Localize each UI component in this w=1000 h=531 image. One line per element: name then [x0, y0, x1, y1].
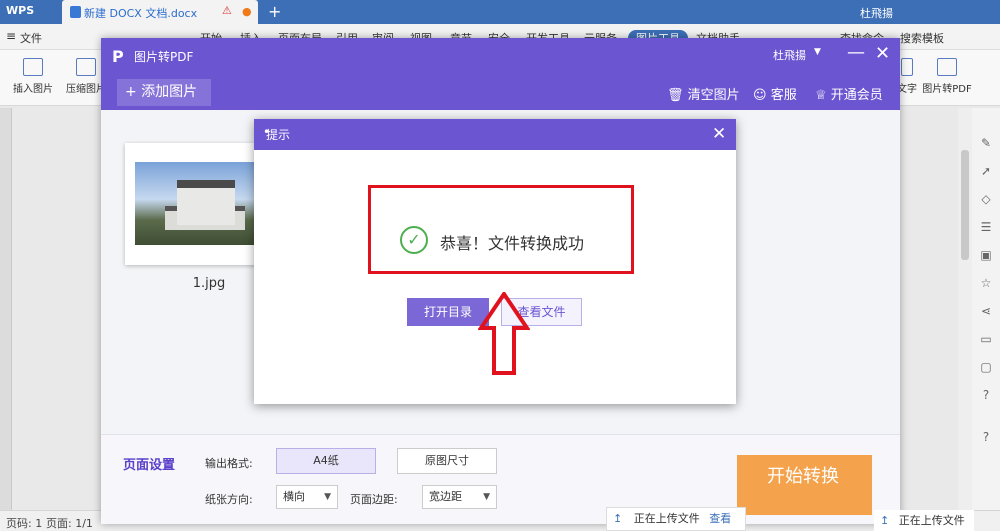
- dialog-close-icon[interactable]: ✕: [712, 124, 726, 144]
- wps-tab-bar: WPS 新建 DOCX 文档.docx ⚠ ● + 杜飛揚: [0, 0, 1000, 24]
- unsaved-dot-icon: ●: [242, 5, 252, 18]
- left-ruler: [0, 108, 12, 510]
- app-title: 图片转PDF: [134, 50, 194, 64]
- dialog-header: • 提示 ✕: [254, 119, 736, 150]
- image-file-name: 1.jpg: [192, 276, 226, 291]
- warning-icon: ⚠: [222, 4, 232, 17]
- search-template[interactable]: 搜索模板: [900, 30, 944, 46]
- question-icon[interactable]: ?: [979, 430, 993, 444]
- support-label: 客服: [770, 88, 797, 103]
- status-page-code: 页码: 1: [6, 517, 43, 530]
- upload-notice-status: ↥ 正在上传文件: [874, 510, 974, 531]
- check-circle-icon: ✓: [400, 226, 428, 254]
- star-icon[interactable]: ☆: [979, 276, 993, 290]
- compress-icon: [76, 58, 96, 76]
- upload-text: 正在上传文件: [633, 512, 700, 525]
- upload-arrow-icon: ↥: [880, 514, 890, 527]
- image-icon: [23, 58, 43, 76]
- success-message: 恭喜！文件转换成功: [440, 234, 585, 253]
- output-format-label: 输出格式:: [205, 457, 253, 470]
- clear-images-button[interactable]: 🗑 清空图片: [667, 84, 740, 103]
- orientation-value: 横向: [283, 490, 305, 503]
- image-icon[interactable]: ▣: [979, 248, 993, 262]
- document-tab-title: 新建 DOCX 文档.docx: [84, 7, 198, 20]
- up-arrow-annotation: [478, 292, 530, 375]
- right-toolbar: ✎ ➚ ◇ ☰ ▣ ☆ ⋖ ▭ ▢ ? ?: [972, 108, 1000, 510]
- help-icon[interactable]: ?: [979, 388, 993, 402]
- user-name[interactable]: 杜飛揚: [860, 5, 893, 21]
- start-convert-button[interactable]: 开始转换: [737, 455, 872, 515]
- compress-image-label: 压缩图片: [66, 84, 106, 95]
- chat-icon: ☺: [753, 88, 771, 103]
- castle-tower: [177, 180, 235, 225]
- to-text-label: 文字: [897, 84, 917, 95]
- comment-icon[interactable]: ▢: [979, 360, 993, 374]
- new-tab-icon[interactable]: +: [268, 2, 281, 21]
- upload-view-link[interactable]: 查看: [709, 512, 731, 525]
- hamburger-icon[interactable]: ≡: [6, 29, 16, 43]
- settings-icon[interactable]: ☰: [979, 220, 993, 234]
- format-a4-button[interactable]: A4纸: [276, 448, 376, 474]
- share-icon[interactable]: ⋖: [979, 304, 993, 318]
- trash-icon: 🗑: [667, 88, 688, 103]
- insert-image-label: 插入图片: [13, 84, 53, 95]
- margin-label: 页面边距:: [350, 493, 398, 506]
- castle-photo: [135, 162, 254, 245]
- add-image-label: 添加图片: [141, 84, 198, 100]
- close-icon[interactable]: ✕: [875, 43, 890, 64]
- plus-icon: +: [125, 84, 142, 100]
- page-settings-panel: 页面设置 输出格式: A4纸 原图尺寸 纸张方向: 横向 ▼ 页面边距: 宽边距 ▼…: [101, 434, 900, 524]
- insert-image-button[interactable]: 插入图片: [8, 58, 58, 95]
- pdf-icon: [937, 58, 957, 76]
- upload-arrow-icon: ↥: [613, 512, 623, 525]
- add-image-button[interactable]: + 添加图片: [117, 79, 211, 106]
- dialog-title: 提示: [266, 128, 291, 142]
- chevron-down-icon: ▼: [483, 492, 490, 502]
- app-user-name[interactable]: 杜飛揚: [773, 47, 806, 63]
- scroll-thumb[interactable]: [961, 150, 969, 260]
- upload-text-status: 正在上传文件: [898, 514, 965, 527]
- orientation-label: 纸张方向:: [205, 493, 253, 506]
- document-tab[interactable]: 新建 DOCX 文档.docx ⚠ ●: [62, 0, 258, 24]
- orientation-select[interactable]: 横向 ▼: [276, 485, 338, 509]
- page-settings-title: 页面设置: [123, 458, 176, 473]
- app-header: P 图片转PDF 杜飛揚 ▼ — ✕ + 添加图片 🗑 清空图片 ☺ 客服 ♕ …: [101, 38, 900, 110]
- wps-logo[interactable]: WPS: [6, 4, 34, 17]
- menu-file[interactable]: 文件: [20, 30, 42, 46]
- margin-select[interactable]: 宽边距 ▼: [422, 485, 497, 509]
- vertical-scrollbar[interactable]: [958, 108, 972, 510]
- vip-button[interactable]: ♕ 开通会员: [815, 84, 883, 103]
- image-to-pdf-label: 图片转PDF: [922, 84, 972, 95]
- support-button[interactable]: ☺ 客服: [753, 84, 797, 103]
- shape-icon[interactable]: ◇: [979, 192, 993, 206]
- image-to-pdf-button[interactable]: 图片转PDF: [922, 58, 972, 95]
- pen-icon[interactable]: ✎: [979, 136, 993, 150]
- format-original-button[interactable]: 原图尺寸: [397, 448, 497, 474]
- image-thumbnail-card[interactable]: [125, 143, 257, 265]
- crown-icon: ♕: [815, 88, 831, 103]
- status-page: 页面: 1/1: [46, 517, 93, 530]
- vip-label: 开通会员: [830, 88, 883, 103]
- clear-images-label: 清空图片: [687, 88, 740, 103]
- margin-value: 宽边距: [429, 490, 462, 503]
- box-icon[interactable]: ▭: [979, 332, 993, 346]
- chevron-down-icon: ▼: [324, 492, 331, 502]
- open-directory-button[interactable]: 打开目录: [407, 298, 489, 326]
- app-logo-icon: P: [112, 47, 124, 66]
- success-dialog: • 提示 ✕ ✓ 恭喜！文件转换成功 打开目录 查看文件: [254, 119, 736, 404]
- minimize-icon[interactable]: —: [847, 42, 865, 63]
- cursor-icon[interactable]: ➚: [979, 164, 993, 178]
- chevron-down-icon[interactable]: ▼: [814, 47, 821, 57]
- upload-notice: ↥ 正在上传文件 查看 ⚙: [606, 507, 746, 531]
- compress-image-button[interactable]: 压缩图片: [66, 58, 106, 95]
- text-icon: [901, 58, 913, 76]
- word-doc-icon: [70, 6, 81, 18]
